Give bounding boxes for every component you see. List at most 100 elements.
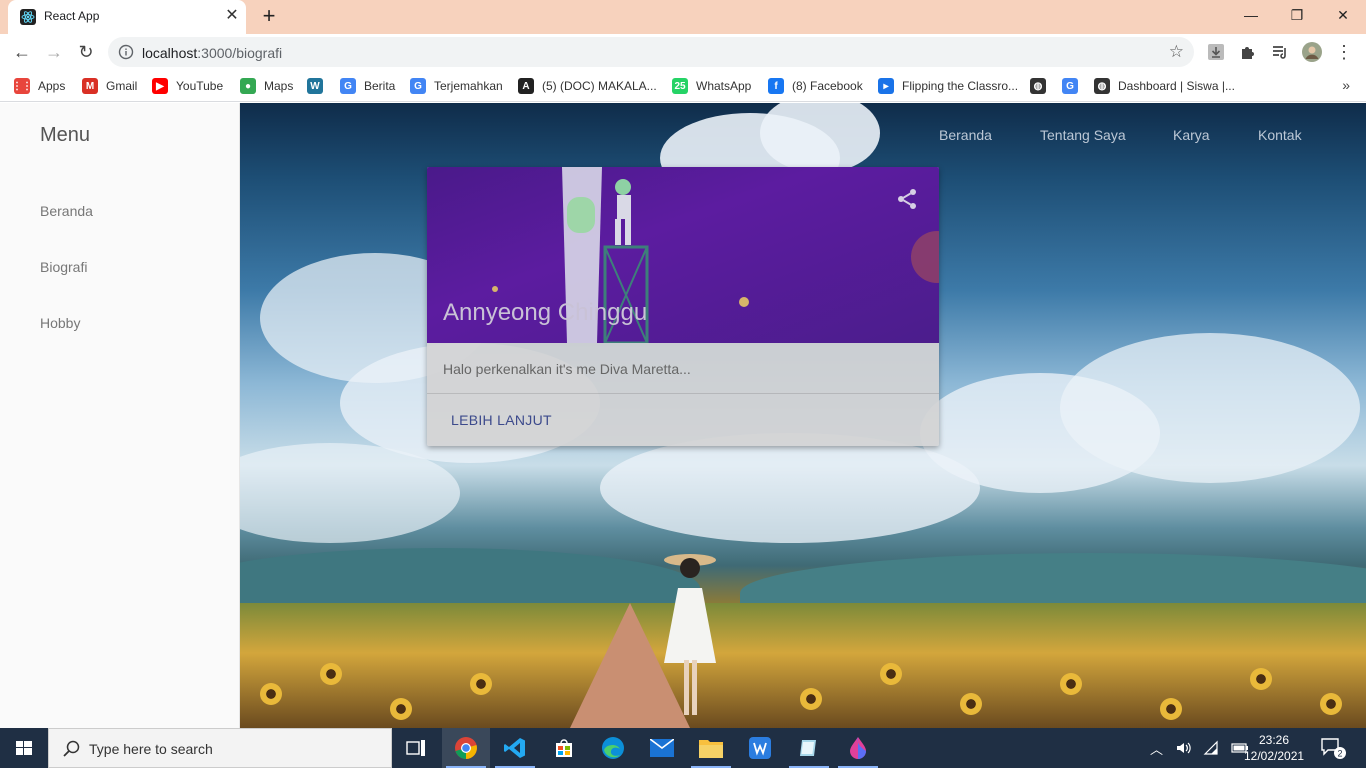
globe-icon: ◍ — [1030, 78, 1046, 94]
notes-app-icon[interactable] — [785, 728, 833, 768]
download-icon[interactable] — [1206, 42, 1226, 62]
wifi-icon[interactable] — [1203, 740, 1219, 756]
mail-taskbar-icon[interactable] — [638, 728, 686, 768]
profile-avatar[interactable] — [1302, 42, 1322, 62]
tab-title: React App — [44, 9, 100, 23]
clock-time: 23:26 — [1258, 733, 1290, 747]
girl-illustration — [664, 554, 716, 715]
bookmark-label: Terjemahkan — [434, 79, 503, 93]
bookmark-item[interactable]: ▸ Flipping the Classro... — [878, 76, 1018, 96]
youtube-icon: ▶ — [152, 78, 168, 94]
restore-button[interactable]: ❐ — [1274, 0, 1320, 30]
bookmark-item[interactable]: W — [307, 76, 323, 96]
bookmark-item[interactable]: M Gmail — [82, 76, 137, 96]
media-queue-icon[interactable] — [1270, 42, 1290, 62]
sidebar-item-beranda[interactable]: Beranda — [40, 203, 93, 219]
more-menu-icon[interactable]: ⋮ — [1334, 42, 1354, 62]
bookmark-label: (8) Facebook — [792, 79, 863, 93]
bookmarks-overflow-icon[interactable]: » — [1342, 77, 1350, 93]
bookmark-item[interactable]: ● Maps — [240, 76, 293, 96]
flipping-icon: ▸ — [878, 78, 894, 94]
facebook-icon: f — [768, 78, 784, 94]
windows-taskbar: Type here to search ︿ 23:26 12/02/2021 2 — [0, 728, 1366, 768]
bookmark-item[interactable]: ◍ Dashboard | Siswa |... — [1094, 76, 1235, 96]
lebih-lanjut-button[interactable]: LEBIH LANJUT — [443, 403, 560, 437]
clock-date: 12/02/2021 — [1244, 749, 1305, 763]
card-title: Annyeong Chinggu — [443, 299, 648, 326]
sidebar-item-biografi[interactable]: Biografi — [40, 259, 87, 275]
gmail-icon: M — [82, 78, 98, 94]
notification-center-icon[interactable]: 2 — [1320, 736, 1346, 760]
window-close-button[interactable]: ✕ — [1320, 0, 1366, 30]
bookmark-label: Berita — [364, 79, 396, 93]
google-icon: G — [1062, 78, 1078, 94]
bookmark-label: Apps — [38, 79, 66, 93]
bookmark-label: Gmail — [106, 79, 138, 93]
taskbar-search-box[interactable]: Type here to search — [48, 728, 392, 768]
task-view-icon[interactable] — [392, 728, 440, 768]
share-icon[interactable] — [895, 187, 919, 211]
reload-button[interactable]: ↻ — [74, 40, 98, 64]
vscode-taskbar-icon[interactable] — [491, 728, 539, 768]
bookmark-item[interactable]: ◍ — [1030, 76, 1046, 96]
bookmark-label: WhatsApp — [696, 79, 752, 93]
edge-taskbar-icon[interactable] — [589, 728, 637, 768]
file-explorer-icon[interactable] — [687, 728, 735, 768]
new-tab-button[interactable]: + — [258, 5, 280, 28]
apps-grid-icon: ⋮⋮ — [12, 78, 32, 94]
sidebar-title: Menu — [40, 124, 91, 146]
search-icon — [63, 740, 80, 757]
card-media-image: Annyeong Chinggu — [427, 167, 939, 343]
bookmark-item[interactable]: 25 WhatsApp — [672, 76, 751, 96]
nav-karya[interactable]: Karya — [1173, 127, 1210, 143]
url-path: :3000/biografi — [197, 45, 283, 61]
address-bar[interactable]: localhost:3000/biografi ☆ — [108, 37, 1194, 67]
maps-icon: ● — [240, 78, 256, 94]
windows-start-icon[interactable] — [0, 728, 48, 768]
nav-tentang-saya[interactable]: Tentang Saya — [1040, 127, 1126, 143]
card-body-text: Halo perkenalkan it's me Diva Maretta... — [443, 361, 691, 377]
bookmark-label: Dashboard | Siswa |... — [1118, 79, 1235, 93]
whatsapp-icon: 25 — [672, 78, 688, 94]
browser-tab[interactable]: React App ✕ — [8, 0, 246, 34]
sidebar-item-hobby[interactable]: Hobby — [40, 315, 80, 331]
nav-beranda[interactable]: Beranda — [939, 127, 992, 143]
bookmark-item[interactable]: G Berita — [340, 76, 395, 96]
bookmark-item[interactable]: A (5) (DOC) MAKALA... — [518, 76, 657, 96]
browser-tab-strip: React App ✕ + — ❐ ✕ — [0, 0, 1366, 34]
bookmark-item[interactable]: ▶ YouTube — [152, 76, 223, 96]
biography-card: Annyeong Chinggu Halo perkenalkan it's m… — [427, 167, 939, 446]
bookmark-item[interactable]: G — [1062, 76, 1078, 96]
show-hidden-icons-icon[interactable]: ︿ — [1150, 739, 1163, 758]
taskbar-clock[interactable]: 23:26 12/02/2021 — [1244, 732, 1304, 764]
url-text: localhost:3000/biografi — [142, 45, 282, 61]
bookmark-star-icon[interactable]: ☆ — [1169, 42, 1184, 62]
google-translate-icon: G — [410, 78, 426, 94]
wordpress-icon: W — [307, 78, 323, 94]
minimize-button[interactable]: — — [1228, 0, 1274, 30]
bookmark-label: Maps — [264, 79, 294, 93]
browser-toolbar: ← → ↻ localhost:3000/biografi ☆ ⋮ — [0, 34, 1366, 70]
academia-icon: A — [518, 78, 534, 94]
bookmark-item[interactable]: ⋮⋮ Apps — [12, 76, 66, 96]
wps-office-icon[interactable] — [736, 728, 784, 768]
back-button[interactable]: ← — [10, 40, 34, 64]
tab-close-icon[interactable]: ✕ — [222, 6, 242, 26]
globe-icon: ◍ — [1094, 78, 1110, 94]
bookmark-label: Flipping the Classro... — [902, 79, 1019, 93]
nav-kontak[interactable]: Kontak — [1258, 127, 1302, 143]
bookmark-item[interactable]: G Terjemahkan — [410, 76, 503, 96]
bookmark-label: YouTube — [176, 79, 224, 93]
extensions-puzzle-icon[interactable] — [1238, 42, 1258, 62]
site-info-icon[interactable] — [118, 44, 134, 60]
volume-icon[interactable] — [1175, 740, 1191, 756]
color-drop-app-icon[interactable] — [834, 728, 882, 768]
bookmark-item[interactable]: f (8) Facebook — [768, 76, 863, 96]
bookmarks-bar: ⋮⋮ Apps M Gmail ▶ YouTube ● Maps W G Berita G Terjem… — [0, 70, 1366, 102]
google-news-icon: G — [340, 78, 356, 94]
react-favicon-icon — [20, 9, 36, 25]
forward-button[interactable]: → — [42, 40, 66, 64]
microsoft-store-icon[interactable] — [540, 728, 588, 768]
web-page: Menu Beranda Biografi Hobby Beranda Tent… — [0, 103, 1366, 728]
chrome-taskbar-icon[interactable] — [442, 728, 490, 768]
